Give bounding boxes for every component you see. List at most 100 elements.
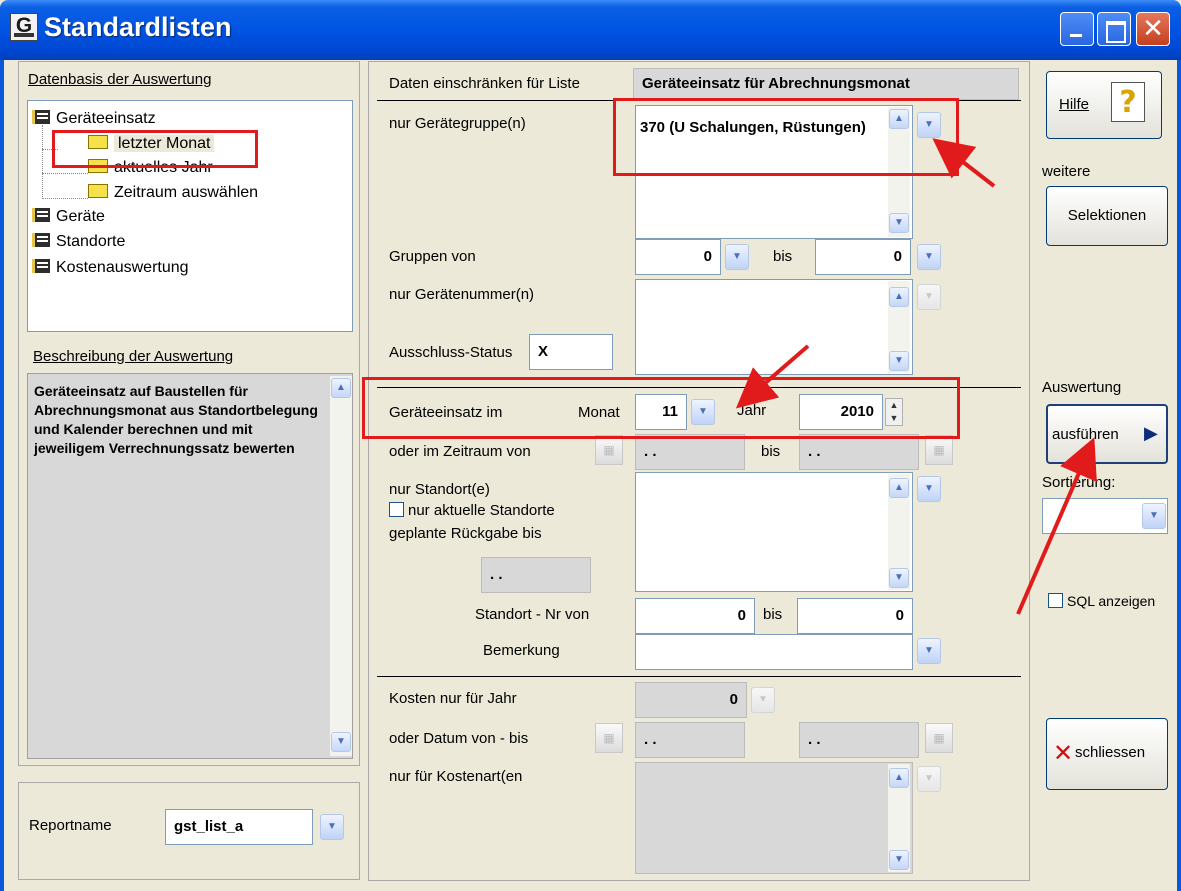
gruppen-bis-input[interactable]: 0 (815, 239, 911, 275)
tree-item-kostenauswertung[interactable]: Kostenauswertung (32, 259, 189, 283)
tree-connector (42, 173, 88, 174)
sortierung-label: Sortierung: (1042, 474, 1116, 491)
zeitraum-label: oder im Zeitraum von (389, 443, 531, 460)
window-title: Standardlisten (44, 12, 232, 42)
chevron-down-icon[interactable]: ▼ (889, 568, 909, 588)
chevron-up-icon[interactable]: ▲ (889, 287, 909, 307)
app-icon: G (10, 13, 38, 41)
calendar-icon[interactable]: ▦ (595, 723, 623, 753)
gruppen-bis-dropdown-button[interactable]: ▼ (917, 244, 941, 270)
book-icon (32, 259, 50, 273)
maximize-button[interactable] (1097, 12, 1131, 46)
tree-item-label: Zeitraum auswählen (114, 184, 259, 201)
chevron-down-icon[interactable]: ▼ (889, 850, 909, 870)
help-icon: ? (1111, 82, 1145, 122)
standort-dropdown-button[interactable]: ▼ (917, 476, 941, 502)
calendar-icon[interactable]: ▦ (595, 435, 623, 465)
gruppen-von-input[interactable]: 0 (635, 239, 721, 275)
zeitraum-bis-label: bis (761, 443, 781, 460)
window-frame-left (0, 60, 4, 891)
geraetegruppe-label: nur Gerätegruppe(n) (389, 115, 526, 132)
hilfe-button[interactable]: Hilfe ? (1046, 71, 1162, 139)
title-bar[interactable]: G Standardlisten ✕ (0, 0, 1181, 60)
chevron-down-icon[interactable]: ▼ (331, 732, 351, 752)
ausschluss-input[interactable]: X (529, 334, 613, 370)
standort-label: nur Standort(e) (389, 481, 490, 498)
ausschluss-label: Ausschluss-Status (389, 344, 513, 361)
reportname-dropdown-button[interactable]: ▼ (320, 814, 344, 840)
gruppen-von-dropdown-button[interactable]: ▼ (725, 244, 749, 270)
window-frame-right (1177, 60, 1181, 891)
schliessen-label: schliessen (1075, 744, 1146, 761)
calendar-icon[interactable]: ▦ (925, 723, 953, 753)
checkbox[interactable] (389, 502, 404, 517)
datenbasis-label: Datenbasis der Auswertung (28, 71, 212, 88)
zeitraum-bis-input[interactable]: . . (799, 434, 919, 470)
chevron-up-icon[interactable]: ▲ (889, 478, 909, 498)
annotation-highlight (362, 377, 960, 439)
weitere-label: weitere (1042, 163, 1091, 180)
tree-item-geraete[interactable]: Geräte (32, 208, 105, 232)
folder-icon (88, 184, 108, 198)
datum-label: oder Datum von - bis (389, 730, 529, 747)
geraetenummer-dropdown-button[interactable]: ▼ (917, 284, 941, 310)
play-icon: ▶ (1144, 423, 1158, 443)
datum-von-input[interactable]: . . (635, 722, 745, 758)
annotation-highlight (613, 98, 959, 176)
close-icon: ✕ (1142, 14, 1164, 44)
geraetenummer-label: nur Gerätenummer(n) (389, 286, 535, 303)
calendar-icon[interactable]: ▦ (925, 435, 953, 465)
sortierung-dropdown-button[interactable]: ▼ (1142, 503, 1166, 529)
header-label: Daten einschränken für Liste (389, 75, 580, 92)
ausfuehren-label: ausführen (1052, 426, 1119, 443)
standort-nr-label: Standort - Nr von (475, 606, 590, 623)
geraetenummer-list[interactable]: ▲ ▼ (635, 279, 913, 375)
kosten-jahr-label: Kosten nur für Jahr (389, 690, 517, 707)
standort-list[interactable]: ▲ ▼ (635, 472, 913, 592)
chevron-down-icon[interactable]: ▼ (889, 213, 909, 233)
standort-nr-bis-label: bis (763, 606, 783, 623)
ausfuehren-button[interactable]: ausführen ▶ (1046, 404, 1168, 464)
book-icon (32, 110, 50, 124)
minimize-button[interactable] (1060, 12, 1094, 46)
rueckgabe-label: geplante Rückgabe bis (389, 525, 542, 542)
selektionen-button[interactable]: Selektionen (1046, 186, 1168, 246)
hilfe-label: Hilfe (1059, 96, 1090, 113)
kosten-jahr-dropdown-button[interactable]: ▼ (751, 687, 775, 713)
close-window-button[interactable]: ✕ (1136, 12, 1170, 46)
kostenart-label: nur für Kostenart(en (389, 768, 523, 785)
bemerkung-input[interactable] (635, 634, 913, 670)
kostenart-list[interactable]: ▲ ▼ (635, 762, 913, 874)
schliessen-button[interactable]: ✕ schliessen (1046, 718, 1168, 790)
tree-item-zeitraum[interactable]: Zeitraum auswählen (88, 184, 258, 208)
datum-bis-input[interactable]: . . (799, 722, 919, 758)
reportname-input[interactable]: gst_list_a (165, 809, 313, 845)
aktuelle-standorte-label: nur aktuelle Standorte (408, 502, 555, 519)
gruppen-von-label: Gruppen von (389, 248, 476, 265)
rueckgabe-input[interactable]: . . (481, 557, 591, 593)
zeitraum-von-input[interactable]: . . (635, 434, 745, 470)
checkbox[interactable] (1048, 593, 1063, 608)
description-scrollbar[interactable]: ▲ ▼ (330, 376, 352, 756)
tree-item-standorte[interactable]: Standorte (32, 233, 125, 257)
standort-nr-bis-input[interactable]: 0 (797, 598, 913, 634)
sql-label: SQL anzeigen (1067, 593, 1156, 609)
kosten-jahr-input[interactable]: 0 (635, 682, 747, 718)
sql-checkbox[interactable]: SQL anzeigen (1048, 593, 1155, 609)
standort-scrollbar[interactable]: ▲ ▼ (888, 474, 910, 590)
chevron-up-icon[interactable]: ▲ (889, 768, 909, 788)
kostenart-scrollbar[interactable]: ▲ ▼ (888, 764, 910, 872)
standort-nr-von-input[interactable]: 0 (635, 598, 755, 634)
chevron-down-icon[interactable]: ▼ (889, 351, 909, 371)
chevron-up-icon[interactable]: ▲ (331, 378, 351, 398)
description-text: Geräteeinsatz auf Baustellen für Abrechn… (34, 383, 318, 456)
tree-connector (42, 125, 43, 197)
tree-item-label: Geräteeinsatz (56, 110, 156, 127)
geraetenummer-scrollbar[interactable]: ▲ ▼ (888, 281, 910, 373)
aktuelle-standorte-checkbox[interactable]: nur aktuelle Standorte (389, 502, 555, 519)
kostenart-dropdown-button[interactable]: ▼ (917, 766, 941, 792)
header-value: Geräteeinsatz für Abrechnungsmonat (633, 68, 1019, 100)
gruppen-bis-label: bis (773, 248, 793, 265)
bemerkung-dropdown-button[interactable]: ▼ (917, 638, 941, 664)
book-icon (32, 233, 50, 247)
